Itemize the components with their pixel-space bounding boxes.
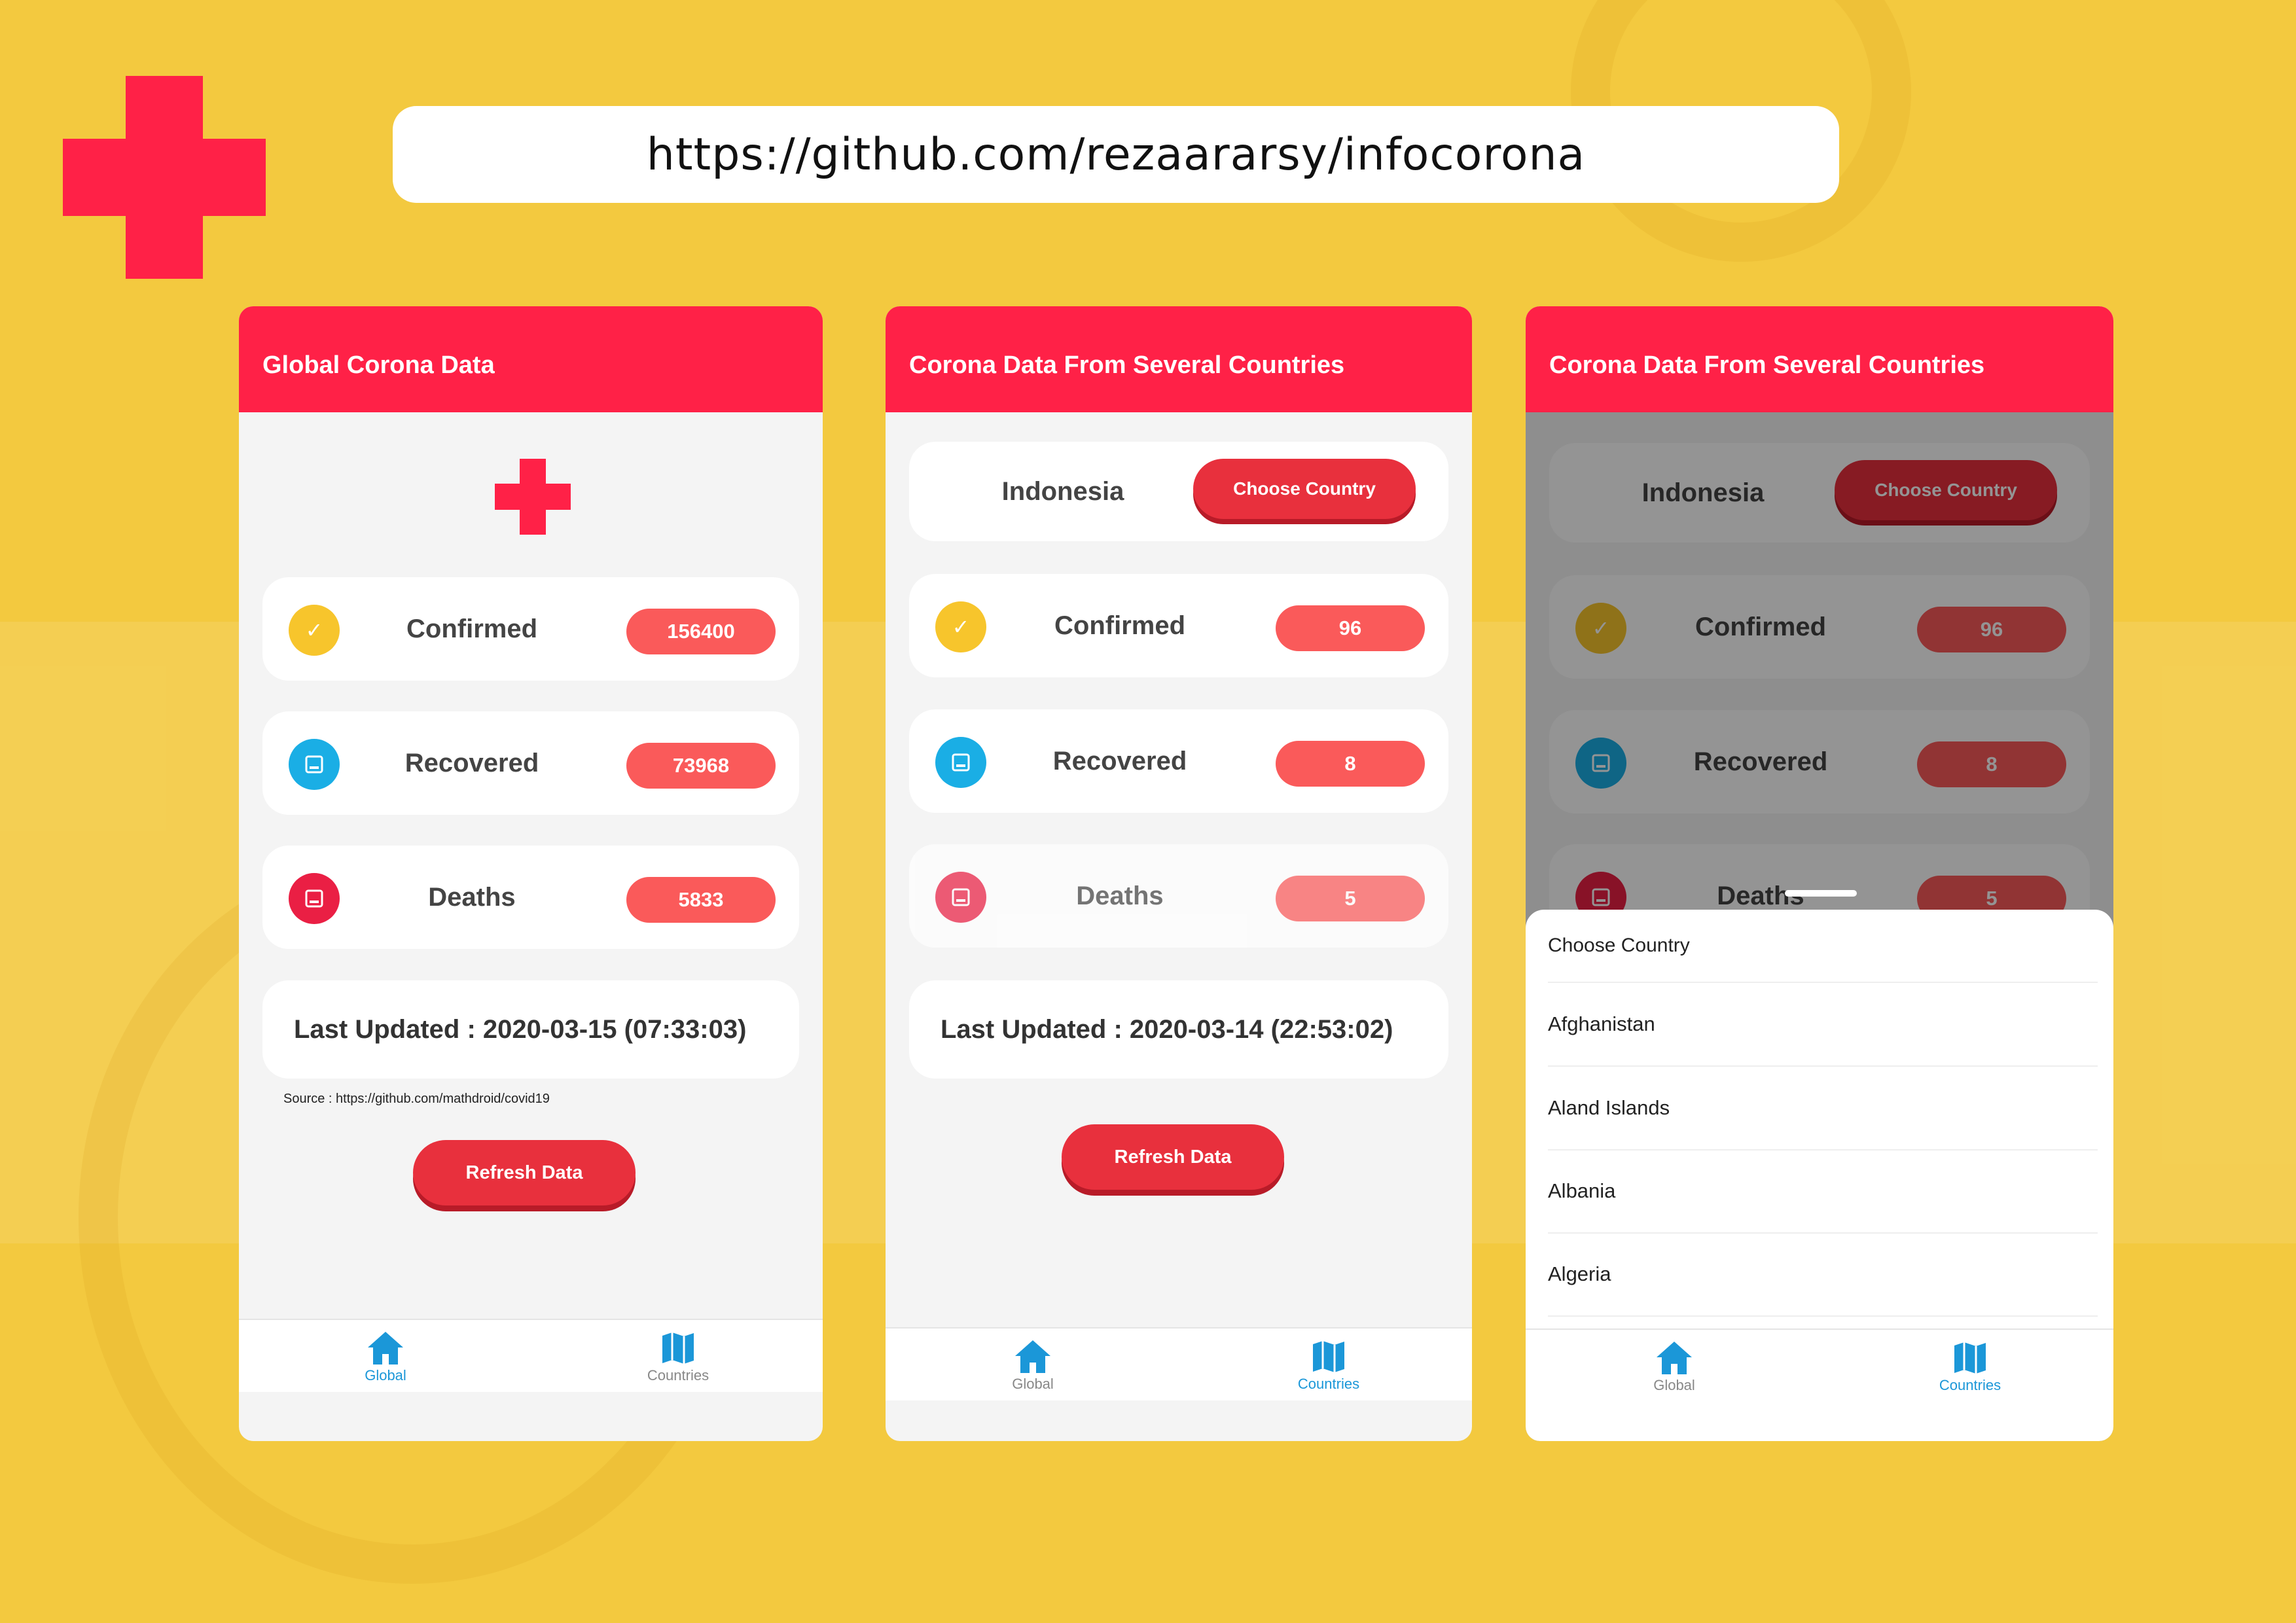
app-bar-title: Corona Data From Several Countries — [1549, 351, 1985, 379]
repository-url-banner: https://github.com/rezaararsy/infocorona — [393, 106, 1839, 203]
nav-label: Global — [365, 1367, 406, 1383]
refresh-data-button[interactable]: Refresh Data — [413, 1140, 636, 1205]
app-bar-title: Corona Data From Several Countries — [909, 351, 1345, 379]
stat-value-badge: 8 — [1276, 741, 1425, 787]
stat-value-badge: 73968 — [626, 743, 776, 789]
bottom-navigation: Global Countries — [1526, 1329, 2113, 1402]
stat-value-badge: 5833 — [626, 877, 776, 923]
country-option[interactable]: Algeria — [1548, 1233, 2098, 1317]
stat-label: Confirmed — [1054, 611, 1185, 640]
stat-card-recovered: Recovered 73968 — [262, 711, 799, 815]
nav-tab-countries[interactable]: Countries — [1263, 1338, 1394, 1393]
selected-country: Indonesia — [1001, 476, 1124, 506]
home-icon — [967, 1338, 1098, 1376]
phone-country-picker-screen: Corona Data From Several Countries Indon… — [1526, 306, 2113, 1441]
nav-label: Global — [1012, 1376, 1054, 1392]
red-cross-logo — [63, 76, 266, 279]
app-bar: Corona Data From Several Countries — [886, 306, 1472, 412]
stat-label: Deaths — [428, 882, 516, 912]
home-icon — [1609, 1339, 1740, 1377]
bottom-navigation: Global Countries — [239, 1319, 823, 1392]
app-bar: Corona Data From Several Countries — [1526, 306, 2113, 412]
stat-label: Recovered — [1052, 746, 1187, 776]
stat-card-confirmed: ✓ Confirmed 156400 — [262, 577, 799, 681]
stat-value-badge: 156400 — [626, 609, 776, 654]
nav-label: Countries — [1939, 1377, 2001, 1393]
stat-card-recovered: Recovered 8 — [909, 709, 1448, 813]
inbox-icon — [935, 737, 986, 788]
nav-tab-countries[interactable]: Countries — [1905, 1339, 2036, 1394]
stat-label: Recovered — [404, 748, 539, 777]
stat-label: Confirmed — [406, 614, 537, 643]
stat-value-badge: 96 — [1276, 605, 1425, 651]
stat-card-confirmed: ✓ Confirmed 96 — [909, 574, 1448, 677]
country-option[interactable]: Aland Islands — [1548, 1067, 2098, 1150]
phone-global-screen: Global Corona Data ✓ Confirmed 156400 Re… — [239, 306, 823, 1441]
last-updated-card: Last Updated : 2020-03-14 (22:53:02) — [909, 980, 1448, 1079]
stat-card-deaths: Deaths 5 — [909, 844, 1448, 948]
sheet-title: Choose Country — [1548, 910, 2098, 983]
source-text: Source : https://github.com/mathdroid/co… — [283, 1092, 550, 1106]
check-icon: ✓ — [289, 605, 340, 656]
refresh-data-button[interactable]: Refresh Data — [1062, 1124, 1284, 1190]
choose-country-button[interactable]: Choose Country — [1193, 459, 1416, 519]
app-bar: Global Corona Data — [239, 306, 823, 412]
bottom-navigation: Global Countries — [886, 1327, 1472, 1400]
nav-tab-global[interactable]: Global — [320, 1329, 451, 1384]
stat-label: Deaths — [1076, 881, 1164, 910]
home-icon — [320, 1329, 451, 1367]
country-option[interactable]: Albania — [1548, 1150, 2098, 1234]
country-option[interactable]: Afghanistan — [1548, 983, 2098, 1067]
phone-countries-screen: Corona Data From Several Countries Indon… — [886, 306, 1472, 1441]
app-bar-title: Global Corona Data — [262, 351, 495, 379]
map-icon — [1905, 1339, 2036, 1377]
map-icon — [1263, 1338, 1394, 1376]
map-icon — [613, 1329, 744, 1367]
country-selector-card: Indonesia Choose Country — [909, 442, 1448, 541]
red-cross-icon — [495, 459, 571, 535]
inbox-icon — [289, 739, 340, 790]
sheet-drag-handle[interactable] — [1785, 890, 1857, 897]
stat-card-deaths: Deaths 5833 — [262, 846, 799, 949]
nav-label: Global — [1653, 1377, 1695, 1393]
last-updated-card: Last Updated : 2020-03-15 (07:33:03) — [262, 980, 799, 1079]
inbox-icon — [935, 872, 986, 923]
inbox-icon — [289, 873, 340, 924]
nav-tab-countries[interactable]: Countries — [613, 1329, 744, 1384]
check-icon: ✓ — [935, 601, 986, 652]
stat-value-badge: 5 — [1276, 876, 1425, 921]
nav-tab-global[interactable]: Global — [967, 1338, 1098, 1393]
nav-tab-global[interactable]: Global — [1609, 1339, 1740, 1394]
nav-label: Countries — [647, 1367, 709, 1383]
nav-label: Countries — [1297, 1376, 1360, 1392]
